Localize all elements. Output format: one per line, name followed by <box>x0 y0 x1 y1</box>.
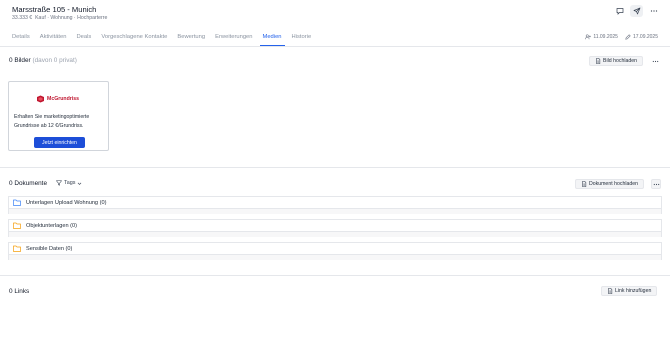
property-details: Kauf · Wohnung · Hochparterre <box>35 15 108 21</box>
folder-label: Sensible Daten (0) <box>26 245 73 252</box>
upload-image-label: Bild hochladen <box>603 58 638 64</box>
property-subtitle: 33.333 € Kauf · Wohnung · Hochparterre <box>12 15 107 21</box>
add-link-label: Link hinzufügen <box>615 288 652 294</box>
date-info: 11.09.2025 17.09.2025 <box>585 34 658 40</box>
tags-filter[interactable]: Tags <box>56 180 82 186</box>
pencil-icon <box>625 34 631 40</box>
page-title: Marsstraße 105 - Munich <box>12 5 97 14</box>
setup-now-button[interactable]: Jetzt einrichten <box>34 137 85 148</box>
grundriss-promo-card: McGrundriss Erhalten Sie marketingoptimi… <box>8 81 109 151</box>
file-icon <box>596 58 601 64</box>
send-icon[interactable] <box>630 5 643 17</box>
file-icon <box>608 288 613 294</box>
links-section-title: 0 Links <box>9 288 30 295</box>
mcgrundriss-logo: McGrundriss <box>36 95 79 103</box>
promo-text: Erhalten Sie marketingoptimierte Grundri… <box>14 114 90 129</box>
tab-details[interactable]: Details <box>12 33 36 46</box>
created-date: 11.09.2025 <box>585 34 618 40</box>
folder-spacer <box>8 255 662 260</box>
tab-aktivitaeten[interactable]: Aktivitäten <box>40 33 73 46</box>
user-plus-icon <box>585 34 592 40</box>
tab-historie[interactable]: Historie <box>292 33 318 46</box>
folder-label: Objektunterlagen (0) <box>26 222 77 229</box>
folder-icon <box>13 199 21 206</box>
images-private-note: (davon 0 privat) <box>32 57 77 64</box>
tab-vorgeschlagene-kontakte[interactable]: Vorgeschlagene Kontakte <box>101 33 173 46</box>
price-text: 33.333 € <box>12 15 33 21</box>
upload-image-button[interactable]: Bild hochladen <box>589 56 644 66</box>
images-section-title: 0 Bilder (davon 0 privat) <box>9 57 77 64</box>
images-divider <box>0 167 670 168</box>
folder-row[interactable]: Objektunterlagen (0) <box>8 219 662 232</box>
add-link-button[interactable]: Link hinzufügen <box>601 286 658 296</box>
images-more-icon[interactable] <box>650 56 660 66</box>
folder-spacer <box>8 209 662 214</box>
tab-medien[interactable]: Medien <box>259 33 288 47</box>
folder-label: Unterlagen Upload Wohnung (0) <box>26 199 107 206</box>
updated-date-text: 17.09.2025 <box>632 34 658 40</box>
tags-label: Tags <box>64 180 76 186</box>
documents-more-icon[interactable] <box>651 179 661 189</box>
updated-date: 17.09.2025 <box>625 34 658 40</box>
folder-row[interactable]: Unterlagen Upload Wohnung (0) <box>8 196 662 209</box>
filter-icon <box>56 180 62 186</box>
upload-document-label: Dokument hochladen <box>589 181 639 187</box>
documents-divider <box>0 275 670 276</box>
folder-icon <box>13 245 21 252</box>
chat-icon[interactable] <box>613 5 626 17</box>
chevron-down-icon <box>78 182 82 185</box>
more-icon[interactable] <box>647 5 660 17</box>
brand-name: McGrundriss <box>47 96 79 102</box>
upload-document-button[interactable]: Dokument hochladen <box>575 179 645 189</box>
file-icon <box>582 181 587 187</box>
folder-row[interactable]: Sensible Daten (0) <box>8 242 662 255</box>
tab-erweiterungen[interactable]: Erweiterungen <box>215 33 258 46</box>
tab-bar: Details Aktivitäten Deals Vorgeschlagene… <box>12 33 321 47</box>
tab-deals[interactable]: Deals <box>76 33 97 46</box>
folder-icon <box>13 222 21 229</box>
header-actions <box>613 5 660 17</box>
folder-spacer <box>8 232 662 237</box>
documents-section-title: 0 Dokumente <box>9 180 48 187</box>
tab-bewertung[interactable]: Bewertung <box>177 33 211 46</box>
tabs-divider <box>0 46 670 47</box>
created-date-text: 11.09.2025 <box>593 34 618 40</box>
images-count: 0 Bilder <box>9 57 31 64</box>
